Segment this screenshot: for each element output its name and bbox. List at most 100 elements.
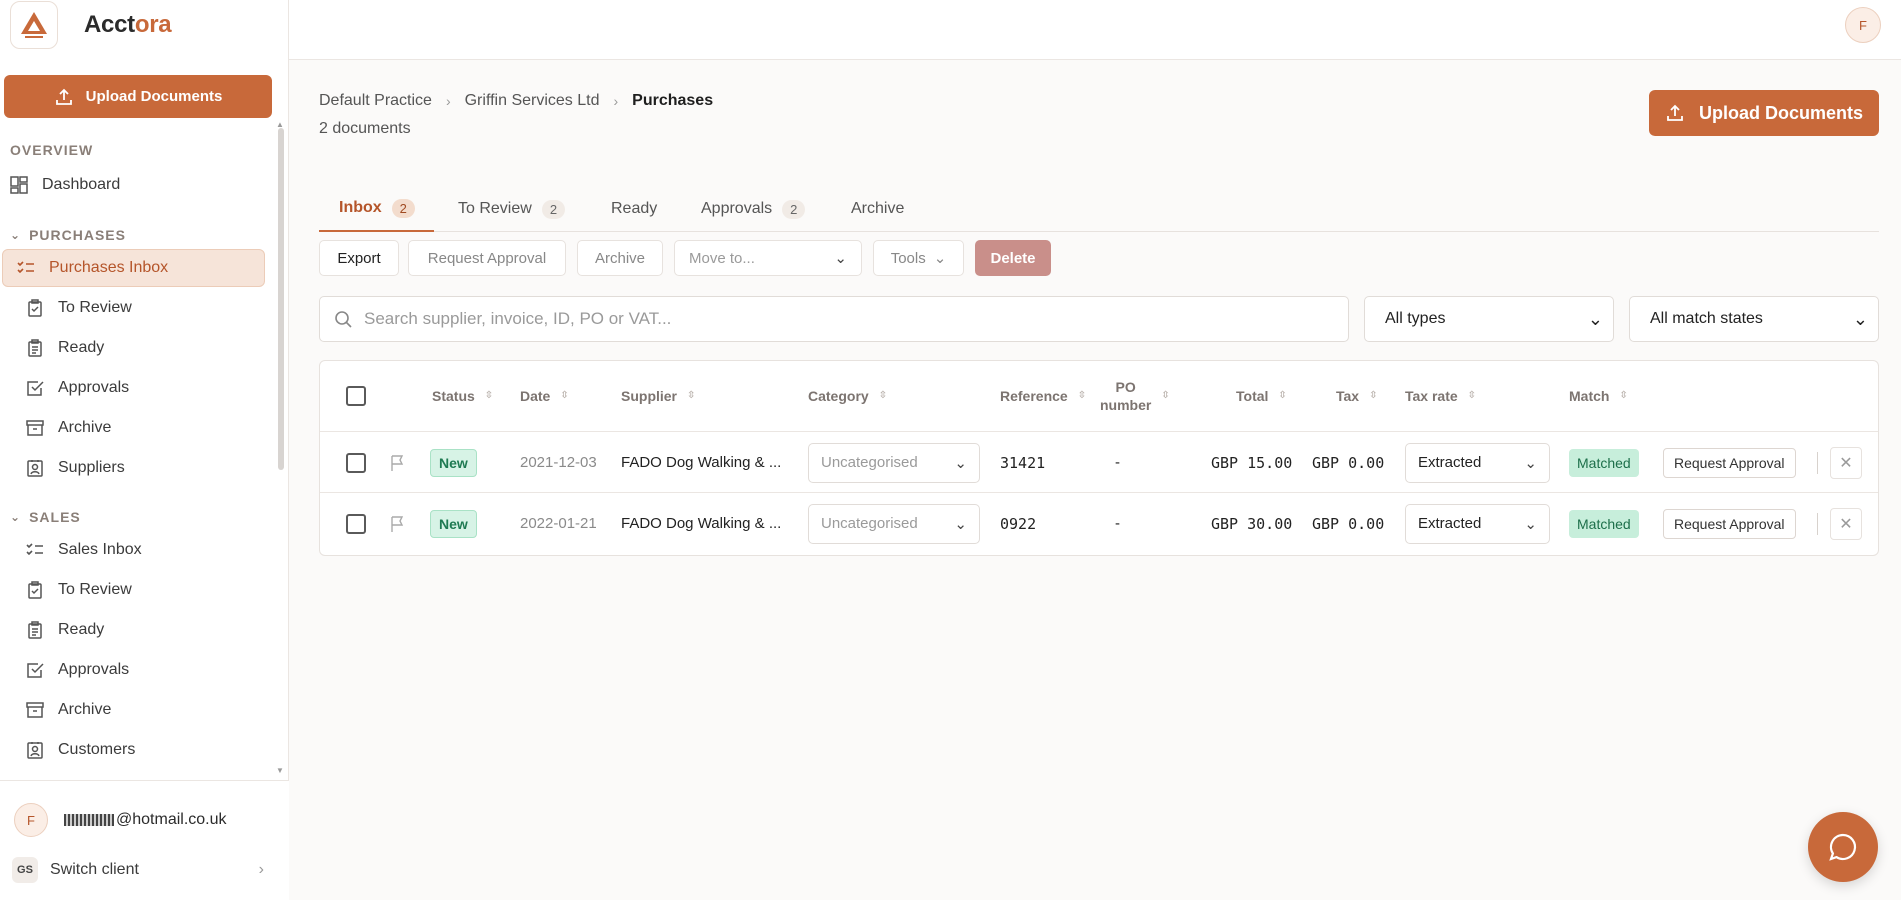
close-icon[interactable]: ✕ [1830, 493, 1862, 554]
tab-inbox[interactable]: Inbox 2 [319, 186, 434, 232]
category-select[interactable]: Uncategorised ⌄ [808, 432, 980, 493]
clipboard-check-icon [28, 299, 42, 317]
sidebar-footer: F @hotmail.co.uk GS Switch client › [0, 780, 289, 900]
tax-rate-select[interactable]: Extracted ⌄ [1405, 432, 1550, 493]
status-badge: New [430, 493, 477, 554]
sidebar-item-sales-approvals[interactable]: Approvals [0, 651, 266, 689]
sidebar-item-purchases-inbox[interactable]: Purchases Inbox [2, 249, 265, 287]
archive-icon [26, 702, 44, 718]
divider [1817, 493, 1818, 554]
check-square-icon [27, 381, 44, 396]
user-email: @hotmail.co.uk [64, 811, 227, 829]
archive-button[interactable]: Archive [577, 240, 663, 276]
sidebar-item-sales-to-review[interactable]: To Review [0, 571, 266, 609]
table-row[interactable]: New 2021-12-03 FADO Dog Walking & ... Un… [320, 431, 1878, 492]
close-icon[interactable]: ✕ [1830, 432, 1862, 493]
match-badge: Matched [1569, 493, 1639, 554]
chevron-down-icon: ⌄ [1852, 308, 1868, 329]
move-to-select[interactable]: Move to... ⌄ [674, 240, 862, 276]
header-supplier[interactable]: Supplier ⇳ [621, 361, 695, 431]
sort-icon: ⇳ [1467, 390, 1477, 401]
supplier-cell[interactable]: FADO Dog Walking & ... [621, 493, 781, 554]
sidebar-item-customers[interactable]: Customers [0, 731, 266, 769]
match-filter-select[interactable]: All match states ⌄ [1629, 296, 1879, 342]
chevron-down-icon: ⌄ [10, 228, 22, 242]
user-menu[interactable]: F @hotmail.co.uk [14, 803, 227, 837]
header-total[interactable]: Total ⇳ [1236, 361, 1287, 431]
checklist-icon [17, 261, 34, 274]
section-sales[interactable]: ⌄ SALES [10, 509, 81, 525]
select-all-checkbox[interactable] [346, 361, 366, 431]
header-match[interactable]: Match ⇳ [1569, 361, 1628, 431]
tab-archive[interactable]: Archive [831, 186, 924, 232]
breadcrumb-practice[interactable]: Default Practice [319, 92, 432, 110]
supplier-cell[interactable]: FADO Dog Walking & ... [621, 432, 781, 493]
header-date[interactable]: Date ⇳ [520, 361, 569, 431]
section-purchases[interactable]: ⌄ PURCHASES [10, 227, 126, 243]
check-square-icon [27, 663, 44, 678]
tools-dropdown[interactable]: Tools ⌄ [873, 240, 964, 276]
topbar: F [289, 0, 1901, 60]
sidebar-item-sales-archive[interactable]: Archive [0, 691, 266, 729]
header-po-number[interactable]: PO number ⇳ [1100, 361, 1170, 431]
row-request-approval-button[interactable]: Request Approval [1663, 432, 1796, 493]
scroll-down-icon[interactable]: ▼ [276, 766, 284, 775]
tab-to-review[interactable]: To Review 2 [438, 186, 585, 232]
chevron-down-icon: ⌄ [1587, 308, 1603, 329]
sidebar-item-sales-inbox[interactable]: Sales Inbox [0, 531, 266, 569]
request-approval-button[interactable]: Request Approval [408, 240, 566, 276]
user-avatar[interactable]: F [1845, 7, 1881, 43]
sidebar-item-purchases-to-review[interactable]: To Review [0, 289, 266, 327]
export-button[interactable]: Export [319, 240, 399, 276]
breadcrumb-client[interactable]: Griffin Services Ltd [465, 92, 600, 110]
sidebar-item-sales-ready[interactable]: Ready [0, 611, 266, 649]
tab-count: 2 [782, 199, 806, 219]
category-select[interactable]: Uncategorised ⌄ [808, 493, 980, 554]
upload-documents-button[interactable]: Upload Documents [1649, 90, 1879, 136]
sidebar-item-dashboard[interactable]: Dashboard [0, 166, 266, 204]
chat-bubble-icon[interactable] [1808, 812, 1878, 882]
row-request-approval-button[interactable]: Request Approval [1663, 493, 1796, 554]
sort-icon: ⇳ [484, 390, 494, 401]
archive-icon [26, 420, 44, 436]
sidebar-item-purchases-approvals[interactable]: Approvals [0, 369, 266, 407]
delete-button[interactable]: Delete [975, 240, 1051, 276]
flag-icon[interactable] [390, 432, 406, 493]
table-row[interactable]: New 2022-01-21 FADO Dog Walking & ... Un… [320, 492, 1878, 553]
tab-approvals[interactable]: Approvals 2 [681, 186, 825, 232]
switch-client-button[interactable]: GS Switch client › [12, 857, 264, 883]
sidebar-item-purchases-archive[interactable]: Archive [0, 409, 266, 447]
header-reference[interactable]: Reference ⇳ [1000, 361, 1086, 431]
flag-icon[interactable] [390, 493, 406, 554]
header-tax-rate[interactable]: Tax rate ⇳ [1405, 361, 1476, 431]
divider [1817, 432, 1818, 493]
sort-icon: ⇳ [687, 390, 696, 401]
checklist-icon [26, 543, 43, 556]
sidebar-item-purchases-ready[interactable]: Ready [0, 329, 266, 367]
tax-cell: GBP 0.00 [1312, 514, 1385, 533]
date-cell: 2022-01-21 [520, 515, 597, 532]
chevron-down-icon: ⌄ [933, 250, 947, 267]
document-count: 2 documents [319, 120, 411, 137]
row-checkbox[interactable] [346, 432, 366, 493]
search-input[interactable] [364, 309, 1264, 329]
tab-ready[interactable]: Ready [591, 186, 677, 232]
a-logo-icon[interactable] [10, 1, 58, 49]
sort-icon: ⇳ [1077, 390, 1087, 401]
tax-rate-select[interactable]: Extracted ⌄ [1405, 493, 1550, 554]
po-cell: - [1115, 454, 1120, 471]
sort-icon: ⇳ [1278, 390, 1287, 401]
sidebar-scrollbar[interactable] [278, 128, 284, 470]
chevron-down-icon: ⌄ [954, 515, 967, 533]
sidebar-item-suppliers[interactable]: Suppliers [0, 449, 266, 487]
search-icon [335, 311, 352, 328]
date-cell: 2021-12-03 [520, 454, 597, 471]
type-filter-select[interactable]: All types ⌄ [1364, 296, 1614, 342]
header-tax[interactable]: Tax ⇳ [1336, 361, 1377, 431]
row-checkbox[interactable] [346, 493, 366, 554]
sidebar-upload-button[interactable]: Upload Documents [4, 75, 272, 118]
contact-icon [27, 460, 43, 477]
header-status[interactable]: Status ⇳ [432, 361, 493, 431]
tabs: Inbox 2 To Review 2 Ready Approvals 2 Ar… [319, 186, 1879, 232]
header-category[interactable]: Category ⇳ [808, 361, 887, 431]
